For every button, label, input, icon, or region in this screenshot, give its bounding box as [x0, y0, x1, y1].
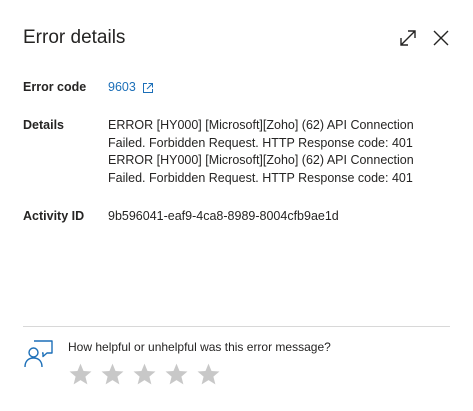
details-label: Details [23, 118, 64, 132]
star-1[interactable] [68, 360, 100, 388]
error-details-dialog: Error details Error code 9603 Details ER… [0, 0, 473, 411]
activity-id-value: 9b596041-eaf9-4ca8-8989-8004cfb9ae1d [108, 209, 339, 223]
close-icon [433, 30, 449, 46]
star-4[interactable] [164, 360, 196, 388]
star-3[interactable] [132, 360, 164, 388]
divider [23, 326, 450, 327]
star-5[interactable] [196, 360, 228, 388]
feedback-section: How helpful or unhelpful was this error … [23, 338, 450, 398]
feedback-question: How helpful or unhelpful was this error … [68, 340, 331, 354]
dialog-title: Error details [23, 27, 126, 48]
star-icon [133, 363, 156, 384]
dialog-header: Error details [23, 27, 453, 51]
external-link-icon [142, 82, 153, 93]
error-code-value: 9603 [108, 79, 438, 97]
star-icon [197, 363, 220, 384]
expand-icon [400, 30, 416, 46]
details-value: ERROR [HY000] [Microsoft][Zoho] (62) API… [108, 118, 414, 185]
star-2[interactable] [100, 360, 132, 388]
error-code-link[interactable]: 9603 [108, 79, 154, 97]
activity-id-label: Activity ID [23, 209, 85, 223]
star-icon [101, 363, 124, 384]
expand-button[interactable] [397, 27, 419, 49]
feedback-person-icon [24, 340, 53, 368]
close-button[interactable] [430, 27, 452, 49]
error-code-text: 9603 [108, 80, 136, 94]
error-code-label: Error code [23, 80, 87, 94]
star-rating [68, 360, 228, 388]
star-icon [165, 363, 188, 384]
star-icon [69, 363, 92, 384]
